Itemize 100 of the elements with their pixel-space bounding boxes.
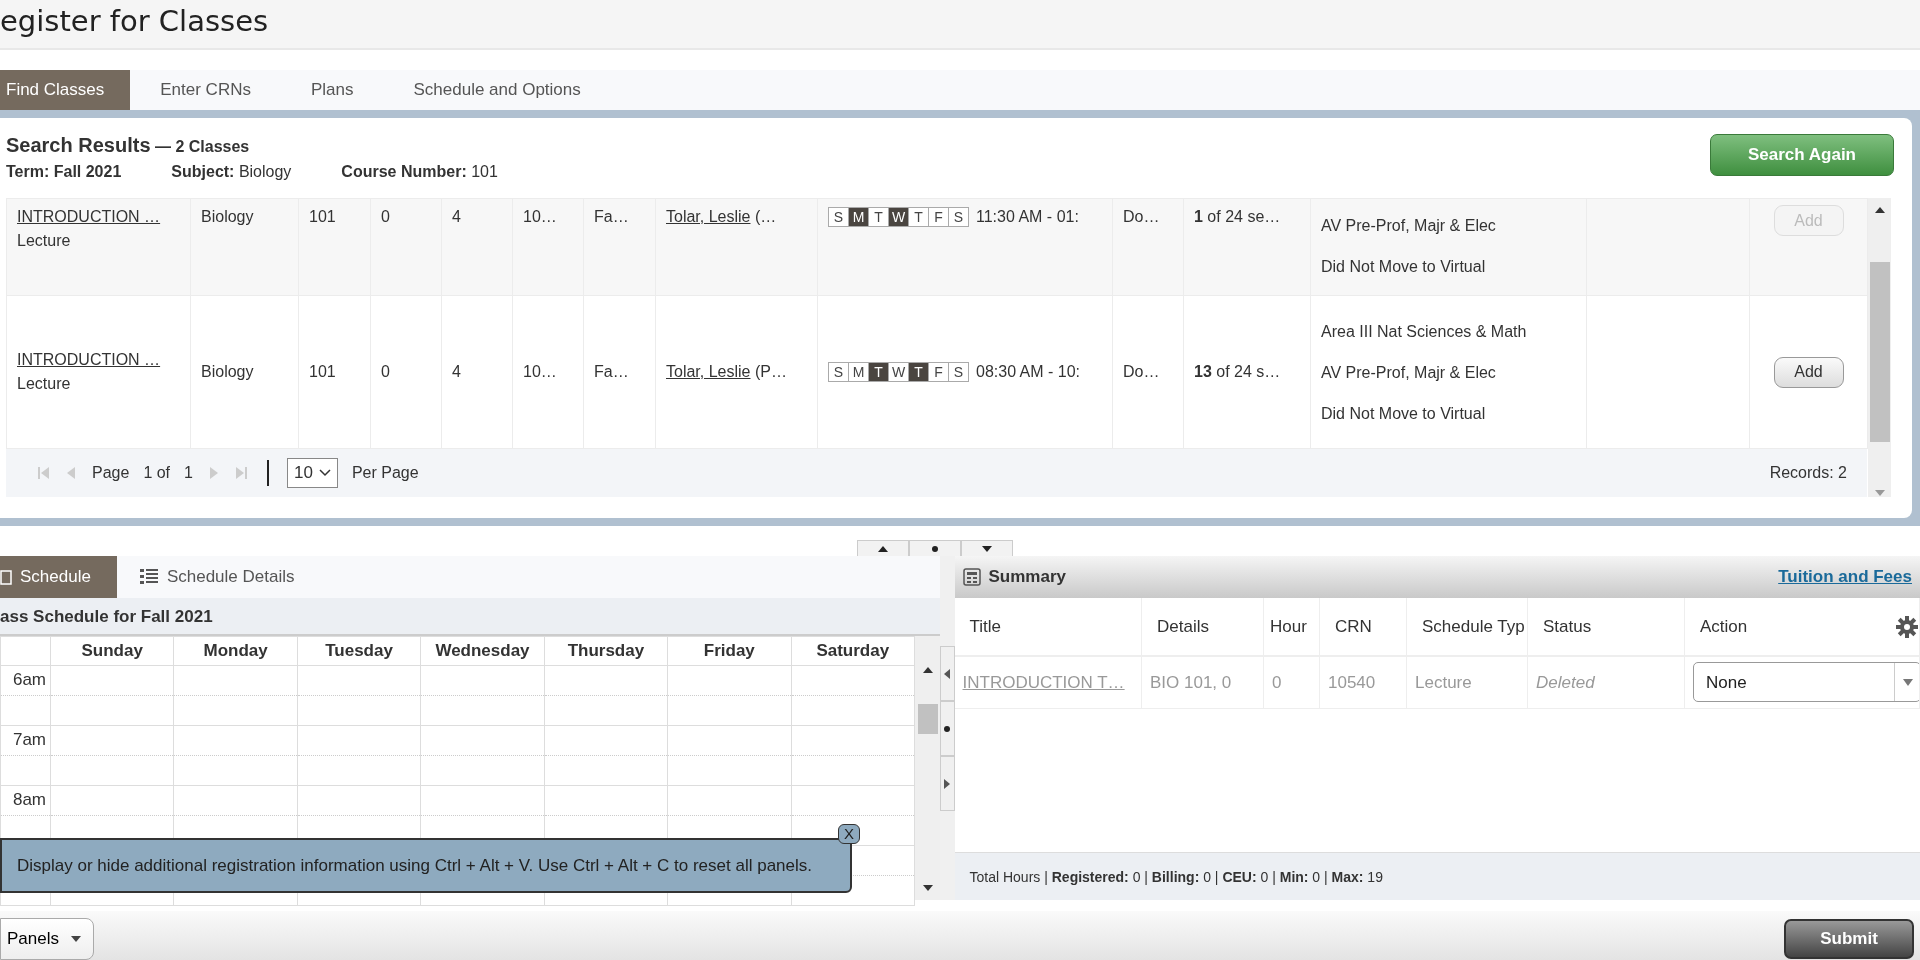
meeting-time: 08:30 AM - 10: [976,363,1081,380]
table-cell: Biology [201,363,254,380]
caret-icon [1902,678,1913,686]
day-header: Friday [703,641,755,660]
table-cell: BIO 101, 0 [1150,672,1232,692]
splitter-handle[interactable] [857,540,909,556]
day-indicator: T [908,207,929,227]
schedule-type: Lecture [17,374,72,394]
day-header: Sunday [81,641,143,660]
submit-button[interactable]: Submit [1784,919,1914,959]
splitter-handle[interactable] [940,701,955,756]
day-indicator: S [948,362,969,382]
status-text: Deleted [1536,672,1595,692]
instructor-link[interactable]: Tolar, Leslie [666,363,751,380]
tab[interactable]: Find Classes [0,70,131,110]
collapse-up-icon [877,544,889,553]
scrollbar[interactable] [915,636,940,900]
day-indicator: T [868,362,889,382]
table-cell: 0 [381,363,390,380]
info-tooltip: Display or hide additional registration information using Ctrl + Alt + V. Use Ctrl + Alt + C to reset all panels. [0,838,852,893]
chevron-down-icon [318,469,331,477]
collapse-right-icon [943,777,952,790]
search-criterion: Term: Fall 2021 [6,162,122,182]
table-cell: 4 [452,208,461,225]
collapse-left-icon [943,667,952,680]
table-cell: 10540 [1328,672,1376,692]
time-label: 6am [12,669,46,689]
page-of: 1 of [143,463,171,483]
table-cell: Fa… [594,208,629,225]
collapse-down-icon [981,544,993,553]
table-cell: 101 [309,208,336,225]
search-criterion: Subject: Biology [171,162,292,182]
tab[interactable]: Enter CRNs [130,70,281,110]
dot-icon [929,544,941,553]
day-indicator: W [888,207,909,227]
splitter-handle[interactable] [940,756,955,811]
day-indicator: S [828,362,849,382]
course-title-link[interactable]: INTRODUCTION … [17,351,161,368]
day-indicator: T [908,362,929,382]
panels-button[interactable]: Panels [0,918,94,960]
close-button[interactable]: X [838,824,860,844]
day-indicator: M [848,362,869,382]
tab[interactable]: Schedule Details [116,556,317,598]
attribute: Did Not Move to Virtual [1321,257,1487,277]
day-header: Tuesday [325,641,393,660]
column-header: Action [1700,616,1748,636]
last-page-icon [234,465,249,481]
page-title: egister for Classes [0,3,270,40]
scrollbar-thumb[interactable] [917,704,938,734]
per-page-label: Per Page [351,463,419,483]
day-indicator: T [868,207,889,227]
splitter-handle[interactable] [961,540,1013,556]
day-header: Monday [203,641,268,660]
tab[interactable]: Schedule [0,556,117,598]
tab[interactable]: Schedule and Options [383,70,611,110]
table-cell: Biology [201,208,254,225]
total-hours: Total Hours | Registered: 0 | Billing: 0 | CEU: 0 | Min: 0 | Max: 19 [954,852,1920,900]
scrollbar[interactable] [1868,198,1891,497]
action-select[interactable]: None [1693,662,1919,703]
course-title-link[interactable]: INTRODUCTION … [17,208,161,225]
table-cell: Do… [1123,363,1160,380]
column-header: Schedule Typ [1422,616,1525,636]
instructor-detail: (… [754,208,777,225]
tuition-fees-link[interactable]: Tuition and Fees [1778,564,1912,590]
splitter-handle[interactable] [940,646,955,701]
schedule-heading: ass Schedule for Fall 2021 [0,598,940,636]
calendar-icon [0,569,12,585]
seats-status: 13 of 24 s… [1194,363,1281,380]
table-cell: 4 [452,363,461,380]
attribute: AV Pre-Prof, Majr & Elec [1321,216,1497,236]
caret-icon [71,936,81,942]
splitter-handle[interactable] [909,540,961,556]
table-cell: 10… [523,208,557,225]
table-cell: 0 [1272,672,1282,692]
page-total: 1 [184,463,193,483]
list-icon [138,568,159,586]
table-cell: Fa… [594,363,629,380]
meeting-time: 11:30 AM - 01: [976,208,1079,225]
per-page-select[interactable]: 10 [286,458,338,488]
column-header: Hour [1270,616,1307,636]
column-header: CRN [1335,616,1372,636]
tab[interactable]: Plans [280,70,384,110]
table-cell: 101 [309,363,336,380]
results-title: Search Results [6,134,151,156]
day-indicator: M [848,207,869,227]
day-indicator: F [928,207,949,227]
table-cell: Lecture [1415,672,1472,692]
time-label: 7am [12,729,46,749]
day-indicator: S [828,207,849,227]
column-header: Details [1157,616,1209,636]
scrollbar-thumb[interactable] [1869,261,1890,442]
instructor-link[interactable]: Tolar, Leslie [666,208,751,225]
time-label: 8am [12,789,46,809]
table-cell: Do… [1123,208,1160,225]
scroll-down-icon [1873,489,1886,497]
add-button[interactable]: Add [1773,356,1844,388]
search-criterion: Course Number: 101 [341,162,498,182]
day-header: Thursday [567,641,645,660]
first-page-icon [36,465,50,481]
seats-status: 1 of 24 se… [1194,208,1281,225]
